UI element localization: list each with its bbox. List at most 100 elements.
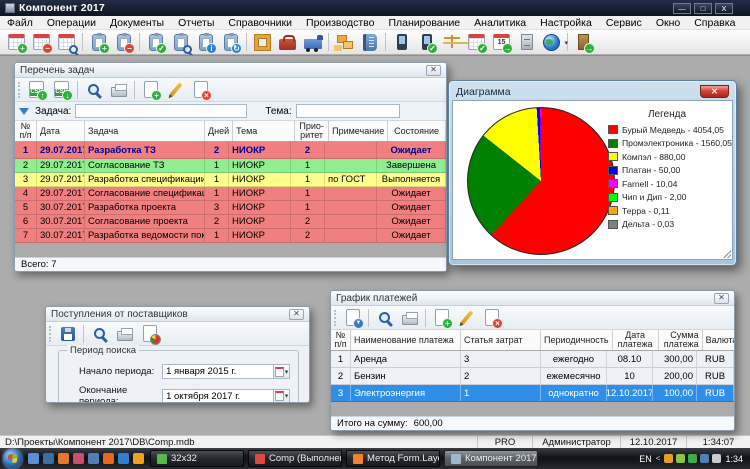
add-payment-icon[interactable]: + [429,306,454,329]
payments-window-titlebar[interactable]: График платежей [331,291,734,306]
toolbar-grip[interactable] [49,326,52,342]
taskbar-button-32x32[interactable]: 32x32 [150,450,244,467]
quicklaunch-media-player-icon[interactable] [58,453,69,464]
column-header[interactable]: Валюта [703,330,735,350]
task-refresh-icon[interactable]: ↻ [218,31,243,54]
column-header[interactable]: Прио- ритет [295,121,329,141]
minimize-button[interactable]: — [673,3,691,14]
chart-window-titlebar[interactable]: Диаграмма [452,83,733,100]
chart-report-icon[interactable] [137,322,162,345]
phone-confirm-icon[interactable]: ✓ [414,31,439,54]
print-icon[interactable] [112,322,137,345]
import-csv-icon[interactable]: ↓ [49,78,74,101]
taskbar-button-komponent[interactable]: Компонент 2017 [444,450,538,467]
column-header[interactable]: Дата платежа [613,330,659,350]
close-icon[interactable] [289,309,304,320]
column-header[interactable]: № п/п [15,121,37,141]
quicklaunch-computer-icon[interactable] [88,453,99,464]
component-frame-icon[interactable] [250,31,275,54]
calendar-remove-icon[interactable]: − [29,31,54,54]
column-header[interactable]: Дней [205,121,233,141]
column-header[interactable]: № п/п [331,330,351,350]
table-row[interactable]: 2Бензин2ежемесячно10200,00RUB [331,368,734,385]
start-button[interactable] [3,449,22,468]
exit-icon[interactable]: → [571,31,596,54]
menu-production[interactable]: Производство [299,16,381,30]
menu-references[interactable]: Справочники [221,16,299,30]
quicklaunch-browser-icon[interactable] [133,453,144,464]
table-row[interactable]: 630.07.2017Согласование проекта2НИОКР2Ож… [15,215,446,229]
add-record-icon[interactable]: + [138,78,163,101]
toolbar-grip[interactable] [334,310,337,326]
task-filter-input[interactable] [75,104,247,118]
tasks-window-titlebar[interactable]: Перечень задач [15,63,446,78]
table-row[interactable]: 730.07.2017Разработка ведомости покупных… [15,229,446,243]
close-icon[interactable] [426,65,441,76]
export-csv-icon[interactable]: ↑ [24,78,49,101]
structure-tree-icon[interactable] [332,31,357,54]
toolbox-icon[interactable] [275,31,300,54]
menu-help[interactable]: Справка [687,16,742,30]
phone-icon[interactable] [389,31,414,54]
plan-calendar-icon[interactable]: ✓ [464,31,489,54]
restore-button[interactable]: □ [694,3,712,14]
table-row[interactable]: 429.07.2017Согласование спецификации1НИО… [15,187,446,201]
quicklaunch-firefox-icon[interactable] [103,453,114,464]
column-header[interactable]: Сумма платежа [659,330,703,350]
delete-record-icon[interactable]: × [188,78,213,101]
column-header[interactable]: Периодичность [541,330,613,350]
save-report-icon[interactable] [55,322,80,345]
tray-update-icon[interactable] [676,454,685,463]
task-history-icon[interactable]: i [193,31,218,54]
menu-analytics[interactable]: Аналитика [467,16,533,30]
tray-alert-icon[interactable] [664,454,673,463]
start-date-field[interactable]: 1 января 2015 г. [162,364,274,379]
delete-payment-icon[interactable]: × [479,306,504,329]
menu-documents[interactable]: Документы [103,16,171,30]
menu-settings[interactable]: Настройка [533,16,599,30]
task-search-icon[interactable] [168,31,193,54]
menu-reports[interactable]: Отчеты [171,16,221,30]
quicklaunch-switch-windows-icon[interactable] [43,453,54,464]
filter-report-icon[interactable]: ▼ [340,306,365,329]
resize-grip[interactable] [723,250,731,258]
card-file-icon[interactable] [514,31,539,54]
preview-icon[interactable] [372,306,397,329]
table-row[interactable]: 1Аренда3ежегодно08.10300,00RUB [331,351,734,368]
column-header[interactable]: Статья затрат [461,330,541,350]
preview-icon[interactable] [81,78,106,101]
task-add-icon[interactable]: + [86,31,111,54]
print-icon[interactable] [106,78,131,101]
close-icon[interactable] [714,293,729,304]
taskbar-button-metod[interactable]: Метод Form.Layout... [346,450,440,467]
taskbar-button-comp[interactable]: Comp (Выполнени... [248,450,342,467]
globe-icon[interactable]: ▾ [539,31,564,54]
tray-volume-icon[interactable] [712,454,721,463]
table-row[interactable]: 329.07.2017Разработка спецификации1НИОКР… [15,173,446,187]
notebook-icon[interactable] [357,31,382,54]
end-date-field[interactable]: 1 октября 2017 г. [162,389,274,404]
column-header[interactable]: Наименование платежа [351,330,461,350]
edit-payment-icon[interactable] [454,306,479,329]
tray-display-icon[interactable] [688,454,697,463]
receipts-window-titlebar[interactable]: Поступления от поставщиков [46,307,309,322]
menu-file[interactable]: Файл [0,16,40,30]
tray-network-icon[interactable] [700,454,709,463]
print-icon[interactable] [397,306,422,329]
task-complete-icon[interactable]: ✓ [143,31,168,54]
table-row[interactable]: 3Электроэнергия1однократно12.10.2017100,… [331,385,734,402]
tray-expand-icon[interactable]: < [656,454,661,463]
column-header[interactable]: Состояние [388,121,446,141]
menu-service[interactable]: Сервис [599,16,649,30]
table-row[interactable]: 530.07.2017Разработка проекта3НИОКР1Ожид… [15,201,446,215]
menu-operations[interactable]: Операции [40,16,103,30]
toolbar-grip[interactable] [18,82,21,98]
start-date-picker-button[interactable]: ▾ [274,364,290,379]
close-icon[interactable] [700,85,729,98]
task-remove-icon[interactable]: − [111,31,136,54]
column-header[interactable]: Примечание [329,121,388,141]
quicklaunch-ie-icon[interactable] [118,453,129,464]
calendar-search-icon[interactable] [54,31,79,54]
quicklaunch-show-desktop-icon[interactable] [28,453,39,464]
menu-planning[interactable]: Планирование [381,16,467,30]
